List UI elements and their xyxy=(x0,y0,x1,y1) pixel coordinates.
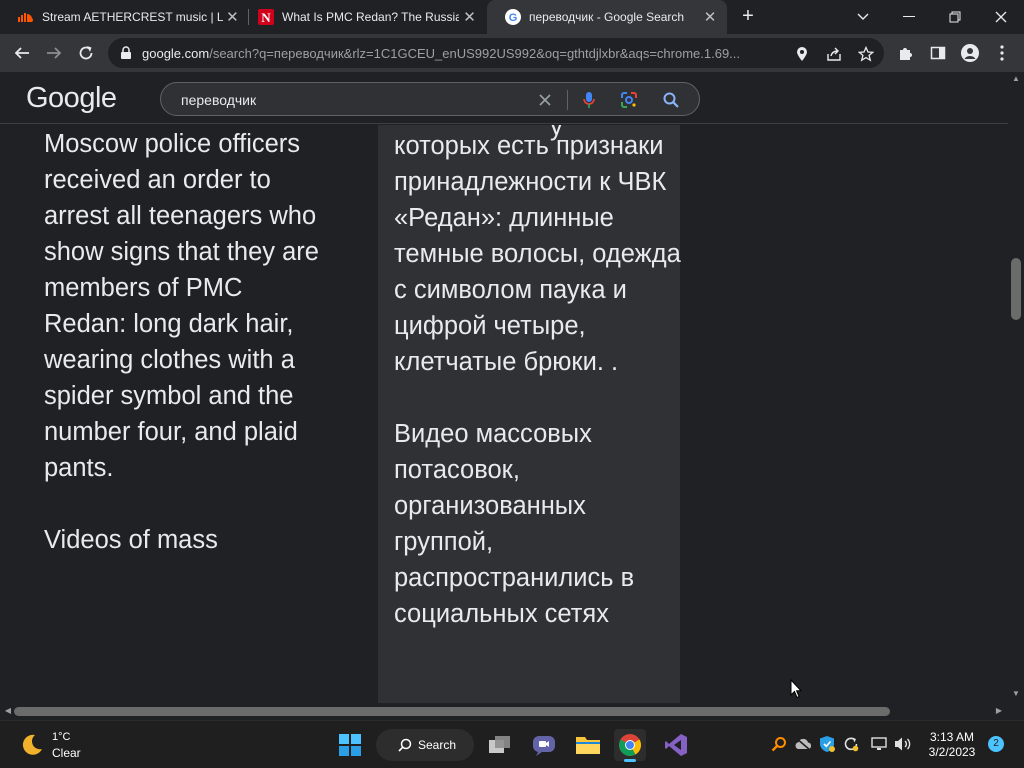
search-icon[interactable] xyxy=(661,90,681,110)
network-monitor-icon[interactable] xyxy=(870,735,888,753)
clear-search-icon[interactable] xyxy=(535,90,555,110)
english-paragraph-2: Videos of mass xyxy=(44,526,218,554)
search-icon xyxy=(398,738,412,752)
clock-date: 3/2/2023 xyxy=(928,745,976,759)
active-app-indicator xyxy=(624,759,636,762)
task-view-icon[interactable] xyxy=(484,729,516,761)
horizontal-scroll-thumb[interactable] xyxy=(14,707,890,716)
notification-badge[interactable]: 2 xyxy=(988,736,1004,752)
minimize-button[interactable] xyxy=(886,0,932,34)
scroll-right-arrow-icon[interactable]: ▶ xyxy=(994,706,1004,716)
forward-button[interactable] xyxy=(40,39,68,67)
tab-pmc-redan[interactable]: N What Is PMC Redan? The Russian ✕ xyxy=(240,0,486,34)
share-icon[interactable] xyxy=(824,44,844,64)
system-clock[interactable]: 3:13 AM 3/2/2023 xyxy=(922,730,982,760)
onedrive-offline-icon[interactable] xyxy=(794,735,812,753)
moon-icon xyxy=(20,733,44,762)
restore-button[interactable] xyxy=(932,0,978,34)
scroll-up-arrow-icon[interactable]: ▲ xyxy=(1011,74,1021,84)
sync-icon[interactable] xyxy=(842,735,860,753)
vertical-scrollbar[interactable]: ▲ ▼ xyxy=(1008,72,1024,703)
clock-time: 3:13 AM xyxy=(929,730,975,744)
url-text[interactable]: google.com/search?q=переводчик&rlz=1C1GC… xyxy=(142,46,782,61)
windows-start-icon[interactable] xyxy=(334,729,366,761)
taskbar-search-button[interactable]: Search xyxy=(376,729,474,761)
side-panel-icon[interactable] xyxy=(924,39,952,67)
google-lens-icon[interactable] xyxy=(619,90,639,110)
lock-icon[interactable] xyxy=(120,46,132,65)
chrome-taskbar-icon[interactable] xyxy=(614,729,646,762)
browser-toolbar: google.com/search?q=переводчик&rlz=1C1GC… xyxy=(0,34,1024,72)
weather-condition: Clear xyxy=(52,746,81,760)
search-orange-tray-icon[interactable] xyxy=(770,735,788,753)
url-path: /search?q=переводчик&rlz=1C1GCEU_enUS992… xyxy=(209,46,741,61)
bookmark-star-icon[interactable] xyxy=(856,44,876,64)
speaker-volume-icon[interactable] xyxy=(894,735,912,753)
google-g-icon: G xyxy=(505,9,521,25)
windows-taskbar: 1°C Clear Search 3:13 AM 3/2/2023 2 xyxy=(0,720,1024,768)
security-shield-icon[interactable] xyxy=(818,735,836,753)
close-tab-icon[interactable]: ✕ xyxy=(699,8,721,26)
russian-paragraph-1: которых есть признаки принадлежности к Ч… xyxy=(394,132,681,376)
tab-title: Stream AETHERCREST music | Listen xyxy=(42,10,223,24)
google-search-box[interactable]: переводчик xyxy=(160,82,700,116)
address-bar[interactable]: google.com/search?q=переводчик&rlz=1C1GC… xyxy=(108,38,884,68)
extensions-puzzle-icon[interactable] xyxy=(892,39,920,67)
teams-chat-icon[interactable] xyxy=(528,729,560,761)
svg-text:N: N xyxy=(261,10,271,25)
close-tab-icon[interactable]: ✕ xyxy=(459,8,480,26)
page-content: Moscow police officers received an order… xyxy=(0,125,1008,703)
scroll-left-arrow-icon[interactable]: ◀ xyxy=(3,706,13,716)
tab-google-search[interactable]: G переводчик - Google Search ✕ xyxy=(487,0,727,34)
tab-search-chevron-icon[interactable] xyxy=(840,0,886,34)
close-window-button[interactable] xyxy=(978,0,1024,34)
soundcloud-icon xyxy=(18,9,34,25)
back-button[interactable] xyxy=(8,39,36,67)
visual-studio-icon[interactable] xyxy=(660,729,692,761)
svg-text:G: G xyxy=(509,12,518,24)
english-translation: Moscow police officers received an order… xyxy=(44,126,324,558)
tab-title: переводчик - Google Search xyxy=(529,10,685,24)
tab-strip: Stream AETHERCREST music | Listen ✕ N Wh… xyxy=(0,0,1024,34)
vertical-scroll-thumb[interactable] xyxy=(1011,258,1021,320)
search-input[interactable]: переводчик xyxy=(181,92,256,108)
scrollbar-corner xyxy=(1008,703,1024,720)
tab-soundcloud[interactable]: Stream AETHERCREST music | Listen ✕ xyxy=(0,0,248,34)
mouse-cursor-icon xyxy=(790,678,803,703)
russian-source-text: которых есть признаки принадлежности к Ч… xyxy=(394,128,684,632)
english-paragraph-1: Moscow police officers received an order… xyxy=(44,130,319,482)
microphone-icon[interactable] xyxy=(579,90,599,110)
weather-temp: 1°C xyxy=(52,731,71,743)
new-tab-button[interactable]: + xyxy=(736,5,760,29)
reload-button[interactable] xyxy=(72,39,100,67)
kebab-menu-icon[interactable] xyxy=(988,39,1016,67)
taskbar-search-label: Search xyxy=(418,738,457,752)
scroll-down-arrow-icon[interactable]: ▼ xyxy=(1011,689,1021,699)
n-logo-icon: N xyxy=(258,9,274,25)
weather-widget[interactable]: 1°C Clear xyxy=(20,729,100,761)
tab-title: What Is PMC Redan? The Russian xyxy=(282,10,460,24)
horizontal-scrollbar[interactable]: ◀ ▶ xyxy=(0,703,1008,720)
profile-avatar-icon[interactable] xyxy=(956,39,984,67)
russian-paragraph-2: Видео массовых потасовок, организованных… xyxy=(394,420,635,628)
location-pin-icon[interactable] xyxy=(792,44,812,64)
search-divider xyxy=(567,90,568,110)
google-logo[interactable]: Google xyxy=(26,82,117,115)
google-header: Google переводчик xyxy=(0,72,1008,124)
file-explorer-icon[interactable] xyxy=(572,729,604,761)
url-host: google.com xyxy=(142,46,210,61)
